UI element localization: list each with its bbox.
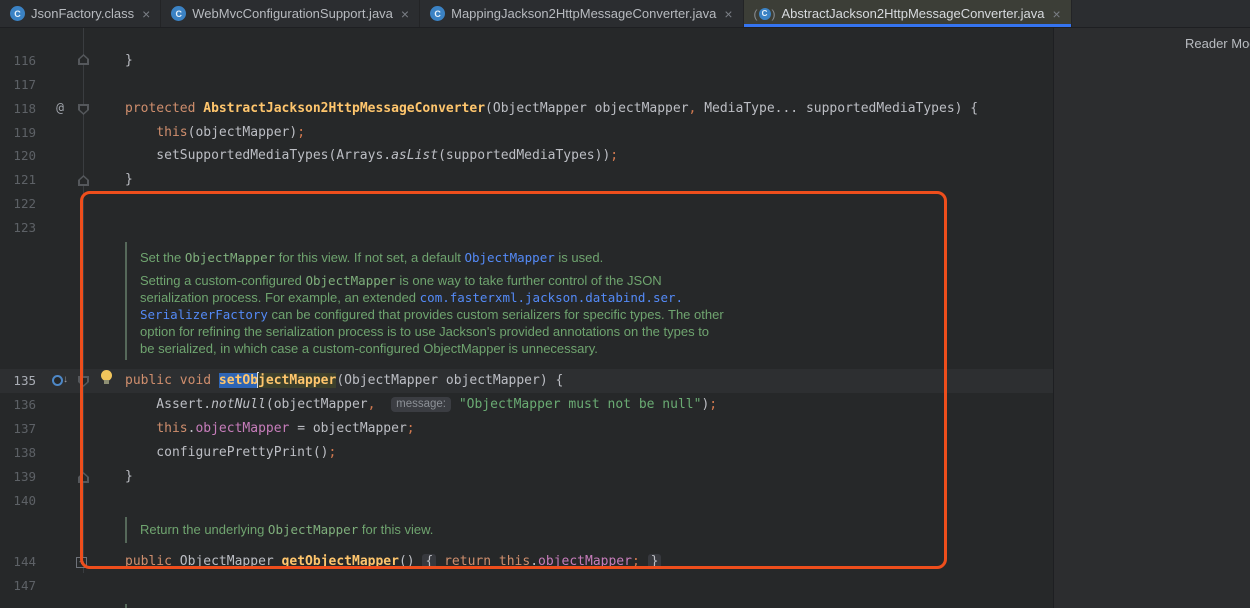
- code-line-123[interactable]: 123: [0, 216, 1053, 240]
- code-line-119[interactable]: 119 this(objectMapper);: [0, 121, 1053, 145]
- overridden-method-icon[interactable]: [52, 375, 63, 386]
- tab-label: MappingJackson2HttpMessageConverter.java: [451, 6, 716, 21]
- editor-right-panel: Reader Mode: [1054, 28, 1250, 608]
- code-text: protected AbstractJackson2HttpMessageCon…: [125, 97, 978, 121]
- javadoc-line: option for refining the serialization pr…: [140, 323, 709, 340]
- code-text: }: [125, 49, 133, 73]
- javadoc-gutter-bar: [125, 517, 127, 543]
- javadoc-link[interactable]: ObjectMapper: [464, 250, 554, 265]
- javadoc-line: serialization process. For example, an e…: [140, 289, 683, 306]
- line-number: 117: [4, 73, 36, 97]
- parameter-hint-inlay: message:: [391, 397, 451, 412]
- ide-window: { "tabs": [ {"label": "JsonFactory.class…: [0, 0, 1250, 608]
- code-line-136[interactable]: 136 Assert.notNull(objectMapper, message…: [0, 393, 1053, 417]
- class-icon: C: [171, 6, 186, 21]
- javadoc-gutter-bar: [125, 242, 127, 360]
- code-text: configurePrettyPrint();: [125, 441, 336, 465]
- code-text: }: [125, 168, 133, 192]
- line-number: 138: [4, 441, 36, 465]
- code-line-144[interactable]: 144 public ObjectMapper getObjectMapper()…: [0, 550, 1053, 574]
- tab-label: AbstractJackson2HttpMessageConverter.jav…: [782, 6, 1045, 21]
- editor-tab-1[interactable]: C JsonFactory.class ×: [0, 0, 161, 27]
- line-number: 122: [4, 192, 36, 216]
- code-line-139[interactable]: 139}: [0, 465, 1053, 489]
- code-line-117[interactable]: 117: [0, 73, 1053, 97]
- line-number: 144: [4, 550, 36, 574]
- javadoc-line: Setting a custom-configured ObjectMapper…: [140, 272, 662, 289]
- tab-close-icon[interactable]: ×: [399, 7, 409, 21]
- code-text: this.objectMapper = objectMapper;: [125, 417, 415, 441]
- tab-label: JsonFactory.class: [31, 6, 134, 21]
- code-line-137[interactable]: 137 this.objectMapper = objectMapper;: [0, 417, 1053, 441]
- tab-close-icon[interactable]: ×: [140, 7, 150, 21]
- code-line-121[interactable]: 121}: [0, 168, 1053, 192]
- code-line-122[interactable]: 122: [0, 192, 1053, 216]
- tab-label: WebMvcConfigurationSupport.java: [192, 6, 393, 21]
- javadoc-line: SerializerFactory can be configured that…: [140, 306, 724, 323]
- fold-expand-icon[interactable]: +: [76, 557, 87, 568]
- line-number: 118: [4, 97, 36, 121]
- javadoc-line: Set the ObjectMapper for this view. If n…: [140, 249, 603, 266]
- tab-close-icon[interactable]: ×: [1051, 7, 1061, 21]
- editor-tab-bar: C JsonFactory.class × C WebMvcConfigurationS…: [0, 0, 1250, 28]
- code-editor[interactable]: 116}117118protected AbstractJackson2Http…: [0, 28, 1250, 608]
- line-number: 137: [4, 417, 36, 441]
- class-icon: C: [10, 6, 25, 21]
- code-text: public void setObjectMapper(ObjectMapper…: [125, 369, 563, 393]
- intention-lightbulb-icon[interactable]: [101, 370, 112, 381]
- code-line-135[interactable]: 135 public void setObjectMapper(ObjectMap…: [0, 369, 1053, 393]
- line-number: 121: [4, 168, 36, 192]
- code-line-147[interactable]: 147: [0, 574, 1053, 598]
- line-number: 140: [4, 489, 36, 513]
- reader-mode-toggle[interactable]: Reader Mode: [1185, 36, 1250, 51]
- line-number: 119: [4, 121, 36, 145]
- javadoc-line: be serialized, in which case a custom-co…: [140, 340, 598, 357]
- code-text: setSupportedMediaTypes(Arrays.asList(sup…: [125, 144, 618, 168]
- code-line-118[interactable]: 118 protected AbstractJackson2HttpMessage…: [0, 97, 1053, 121]
- javadoc-gutter-bar: [125, 604, 127, 608]
- line-number: 139: [4, 465, 36, 489]
- line-number: 120: [4, 144, 36, 168]
- tab-close-icon[interactable]: ×: [722, 7, 732, 21]
- class-icon: C: [430, 6, 445, 21]
- code-text: }: [125, 465, 133, 489]
- line-number: 116: [4, 49, 36, 73]
- code-text: this(objectMapper);: [125, 121, 305, 145]
- javadoc-line: Return the underlying ObjectMapper for t…: [140, 521, 433, 538]
- editor-tab-3[interactable]: C MappingJackson2HttpMessageConverter.jav…: [420, 0, 743, 27]
- code-line-120[interactable]: 120 setSupportedMediaTypes(Arrays.asList…: [0, 144, 1053, 168]
- line-number: 135: [4, 369, 36, 393]
- editor-tab-2[interactable]: C WebMvcConfigurationSupport.java ×: [161, 0, 420, 27]
- line-number: 147: [4, 574, 36, 598]
- code-text: public ObjectMapper getObjectMapper() { …: [125, 550, 661, 574]
- editor-tab-4[interactable]: (C) AbstractJackson2HttpMessageConverter.…: [744, 0, 1072, 27]
- code-line-140[interactable]: 140: [0, 489, 1053, 513]
- javadoc-link[interactable]: SerializerFactory: [140, 307, 268, 322]
- code-text: Assert.notNull(objectMapper, message: "O…: [125, 393, 717, 417]
- code-line-116[interactable]: 116}: [0, 49, 1053, 73]
- javadoc-link[interactable]: com.fasterxml.jackson.databind.ser.: [420, 290, 683, 305]
- line-number: 136: [4, 393, 36, 417]
- line-number: 123: [4, 216, 36, 240]
- code-line-138[interactable]: 138 configurePrettyPrint();: [0, 441, 1053, 465]
- abstract-class-icon: (C): [754, 7, 776, 21]
- annotation-gutter-icon: @: [50, 97, 70, 121]
